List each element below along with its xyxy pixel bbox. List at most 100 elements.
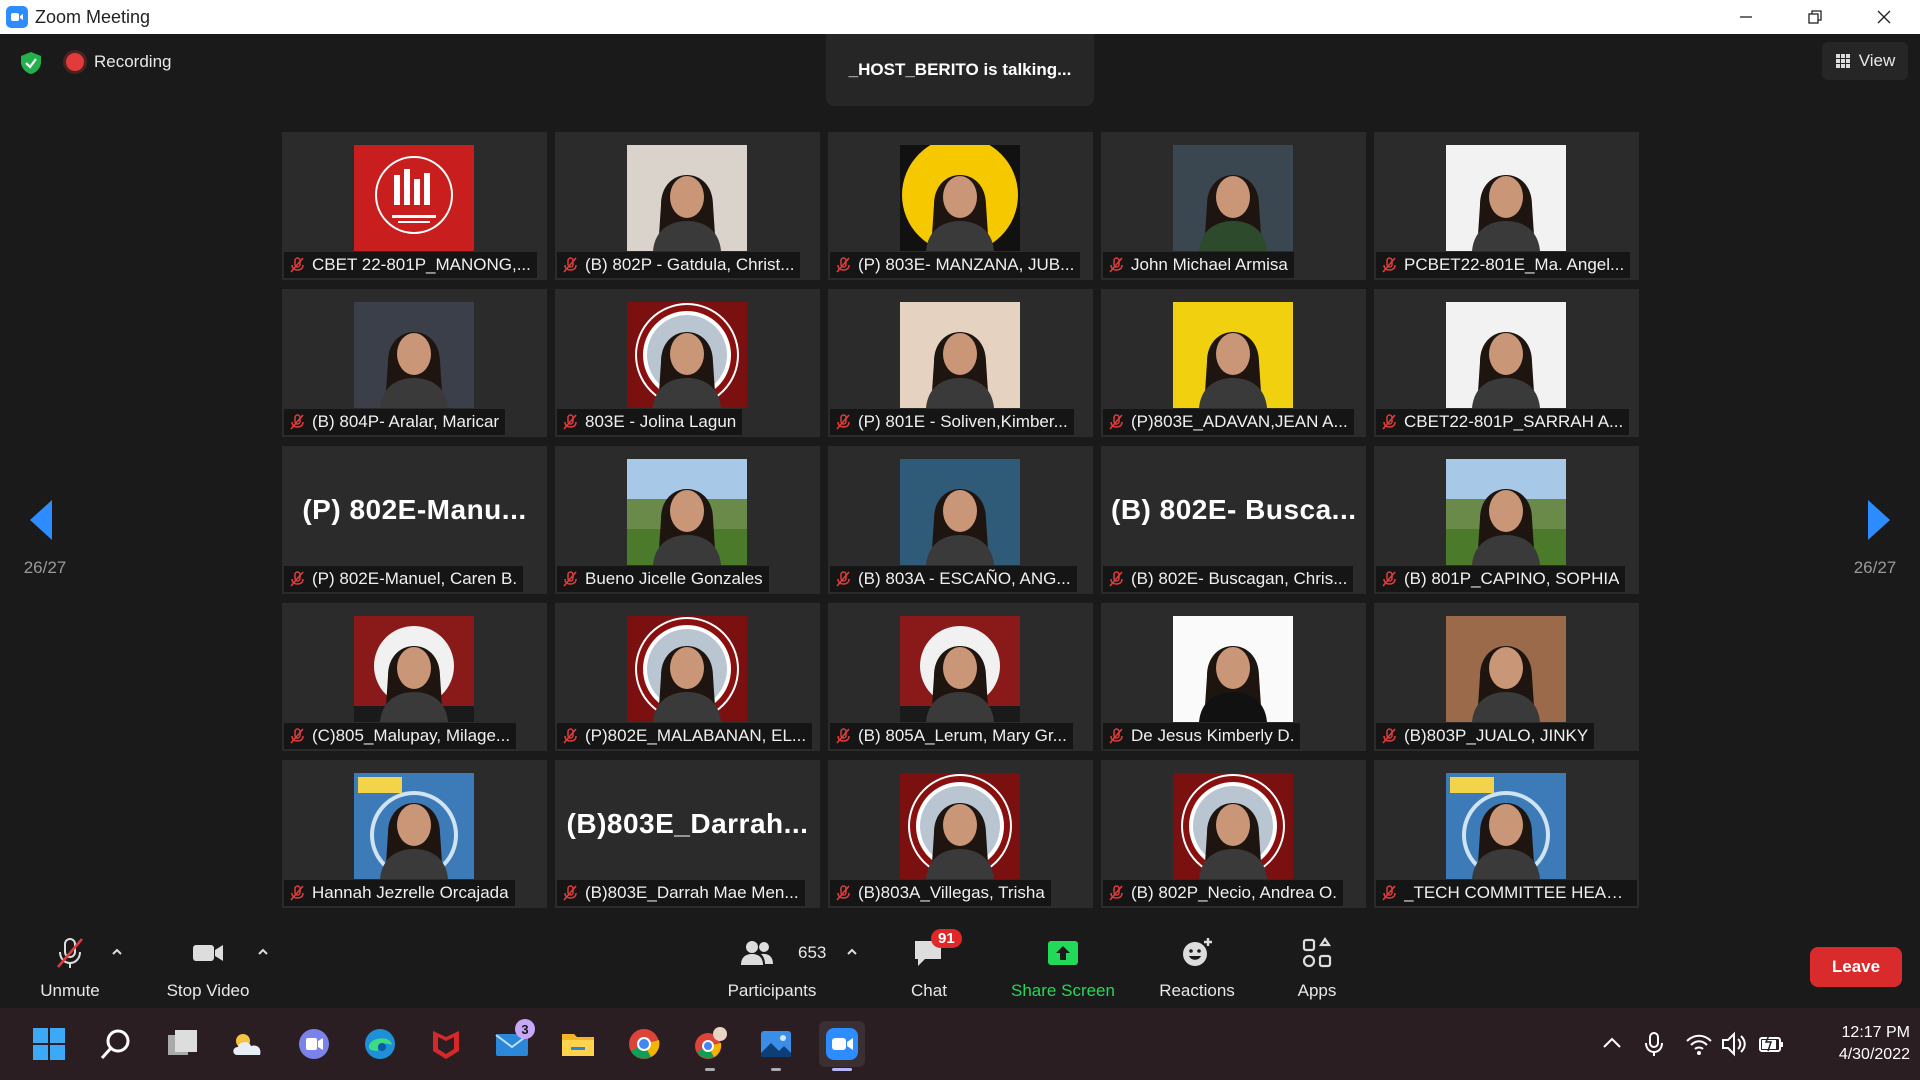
participant-name: (B) 803A - ESCAÑO, ANG... (858, 569, 1071, 588)
participant-tile[interactable]: (B) 804P- Aralar, Maricar (282, 289, 547, 437)
participant-name-bar: (B) 801P_CAPINO, SOPHIA (1376, 566, 1626, 592)
restore-button[interactable] (1780, 0, 1849, 34)
participant-name: (B) 804P- Aralar, Maricar (312, 412, 500, 431)
volume-icon[interactable] (1720, 1030, 1748, 1058)
leave-button[interactable]: Leave (1810, 947, 1902, 987)
zoom-app-icon (826, 1028, 858, 1060)
participant-tile[interactable]: (B)803A_Villegas, Trisha (828, 760, 1093, 908)
recording-indicator[interactable]: Recording (66, 52, 172, 72)
participant-tile[interactable]: (B) 801P_CAPINO, SOPHIA (1374, 446, 1639, 594)
participant-tile[interactable]: (B) 802E- Busca... (B) 802E- Buscagan, Ch… (1101, 446, 1366, 594)
video-options-caret-icon[interactable] (256, 945, 270, 959)
participant-tile[interactable]: (B) 802P - Gatdula, Christ... (555, 132, 820, 280)
muted-mic-icon (288, 570, 306, 588)
participant-tile[interactable]: (B)803P_JUALO, JINKY (1374, 603, 1639, 751)
participant-name: (B) 802P_Necio, Andrea O. (1131, 883, 1338, 902)
audio-options-caret-icon[interactable] (110, 945, 124, 959)
participant-name-bar: 803E - Jolina Lagun (557, 409, 743, 435)
zoom-taskbar-button[interactable] (819, 1021, 865, 1071)
participant-name-bar: (B) 804P- Aralar, Maricar (284, 409, 506, 435)
participant-tile[interactable]: 803E - Jolina Lagun (555, 289, 820, 437)
participant-avatar (1446, 145, 1566, 251)
clock-date: 4/30/2022 (1838, 1046, 1910, 1063)
participant-tile[interactable]: (C)805_Malupay, Milage... (282, 603, 547, 751)
participant-avatar (627, 459, 747, 565)
participant-tile[interactable]: (B) 805A_Lerum, Mary Gr... (828, 603, 1093, 751)
active-speaker-banner: _HOST_BERITO is talking... (826, 34, 1094, 106)
chrome-profile-button[interactable] (687, 1021, 733, 1071)
reactions-label: Reactions (1159, 981, 1235, 1000)
reactions-button[interactable]: Reactions (1147, 933, 1247, 1001)
participant-avatar (1446, 459, 1566, 565)
participant-tile[interactable]: CBET 22-801P_MANONG,... (282, 132, 547, 280)
restore-icon (1807, 10, 1822, 24)
participant-name-bar: (B)803P_JUALO, JINKY (1376, 723, 1595, 749)
participant-name: (B) 805A_Lerum, Mary Gr... (858, 726, 1067, 745)
unmute-button[interactable]: Unmute (30, 933, 110, 1001)
search-icon (100, 1029, 130, 1060)
task-view-icon (168, 1030, 197, 1055)
participant-tile[interactable]: Hannah Jezrelle Orcajada (282, 760, 547, 908)
participant-avatar (900, 616, 1020, 722)
photos-button[interactable] (753, 1021, 799, 1071)
muted-mic-icon (288, 256, 306, 274)
participant-name: _TECH COMMITTEE HEAD... (1404, 883, 1631, 902)
muted-mic-icon (1107, 727, 1125, 745)
participant-tile[interactable]: (P)803E_ADAVAN,JEAN A... (1101, 289, 1366, 437)
participant-tile[interactable]: (P) 803E- MANZANA, JUB... (828, 132, 1093, 280)
microphone-in-use-icon[interactable] (1640, 1030, 1668, 1058)
edge-browser-button[interactable] (357, 1021, 403, 1067)
participant-tile[interactable]: (P) 801E - Soliven,Kimber... (828, 289, 1093, 437)
participant-tile[interactable]: (B) 802P_Necio, Andrea O. (1101, 760, 1366, 908)
muted-mic-icon (1380, 570, 1398, 588)
participant-avatar (900, 459, 1020, 565)
participant-grid: CBET 22-801P_MANONG,... (B) 802P - Gatdu… (282, 132, 1639, 912)
apps-button[interactable]: Apps (1277, 933, 1357, 1001)
search-button[interactable] (93, 1021, 139, 1067)
file-explorer-button[interactable] (555, 1021, 601, 1067)
participants-count: 653 (798, 943, 827, 962)
zoom-logo-icon (6, 6, 28, 28)
muted-mic-icon (1107, 256, 1125, 274)
participant-tile[interactable]: (P) 802E-Manu... (P) 802E-Manuel, Caren B… (282, 446, 547, 594)
system-clock[interactable]: 12:17 PM 4/30/2022 (1800, 1022, 1910, 1066)
participant-tile[interactable]: PCBET22-801E_Ma. Angel... (1374, 132, 1639, 280)
participant-name-bar: _TECH COMMITTEE HEAD... (1376, 880, 1637, 906)
teams-chat-icon (299, 1029, 329, 1059)
close-button[interactable] (1849, 0, 1918, 34)
mail-button[interactable]: 3 (489, 1019, 535, 1067)
show-hidden-icons-chevron-icon[interactable] (1598, 1030, 1626, 1058)
participant-avatar (1173, 145, 1293, 251)
start-button[interactable] (26, 1021, 72, 1067)
participant-tile[interactable]: CBET22-801P_SARRAH A... (1374, 289, 1639, 437)
wifi-icon[interactable] (1685, 1030, 1713, 1058)
participant-tile[interactable]: (P)802E_MALABANAN, EL... (555, 603, 820, 751)
apps-icon (1302, 937, 1332, 968)
chat-button[interactable]: 91 Chat (889, 929, 969, 1001)
minimize-button[interactable] (1711, 0, 1780, 34)
previous-page-arrow-icon[interactable] (26, 498, 56, 542)
view-button[interactable]: View (1822, 42, 1908, 80)
reactions-smiley-icon (1183, 938, 1212, 966)
widgets-button[interactable] (225, 1021, 271, 1067)
next-page-arrow-icon[interactable] (1864, 498, 1894, 542)
participant-tile[interactable]: (B) 803A - ESCAÑO, ANG... (828, 446, 1093, 594)
window-titlebar: Zoom Meeting (0, 0, 1920, 34)
participant-tile[interactable]: (B)803E_Darrah... (B)803E_Darrah Mae Men.… (555, 760, 820, 908)
participant-name: (P) 801E - Soliven,Kimber... (858, 412, 1068, 431)
participant-tile[interactable]: _TECH COMMITTEE HEAD... (1374, 760, 1639, 908)
participant-tile[interactable]: De Jesus Kimberly D. (1101, 603, 1366, 751)
share-screen-button[interactable]: Share Screen (1003, 933, 1123, 1001)
battery-charging-icon[interactable] (1757, 1030, 1785, 1058)
security-shield-icon[interactable] (18, 50, 44, 76)
stop-video-button[interactable]: Stop Video (158, 933, 258, 1001)
mcafee-button[interactable] (423, 1021, 469, 1067)
task-view-button[interactable] (159, 1021, 205, 1067)
running-indicator (705, 1068, 715, 1071)
participants-options-caret-icon[interactable] (845, 945, 859, 959)
teams-chat-button[interactable] (291, 1021, 337, 1067)
participant-tile[interactable]: John Michael Armisa (1101, 132, 1366, 280)
participant-name-bar: (B) 805A_Lerum, Mary Gr... (830, 723, 1073, 749)
chrome-button[interactable] (621, 1021, 667, 1067)
participant-tile[interactable]: Bueno Jicelle Gonzales (555, 446, 820, 594)
